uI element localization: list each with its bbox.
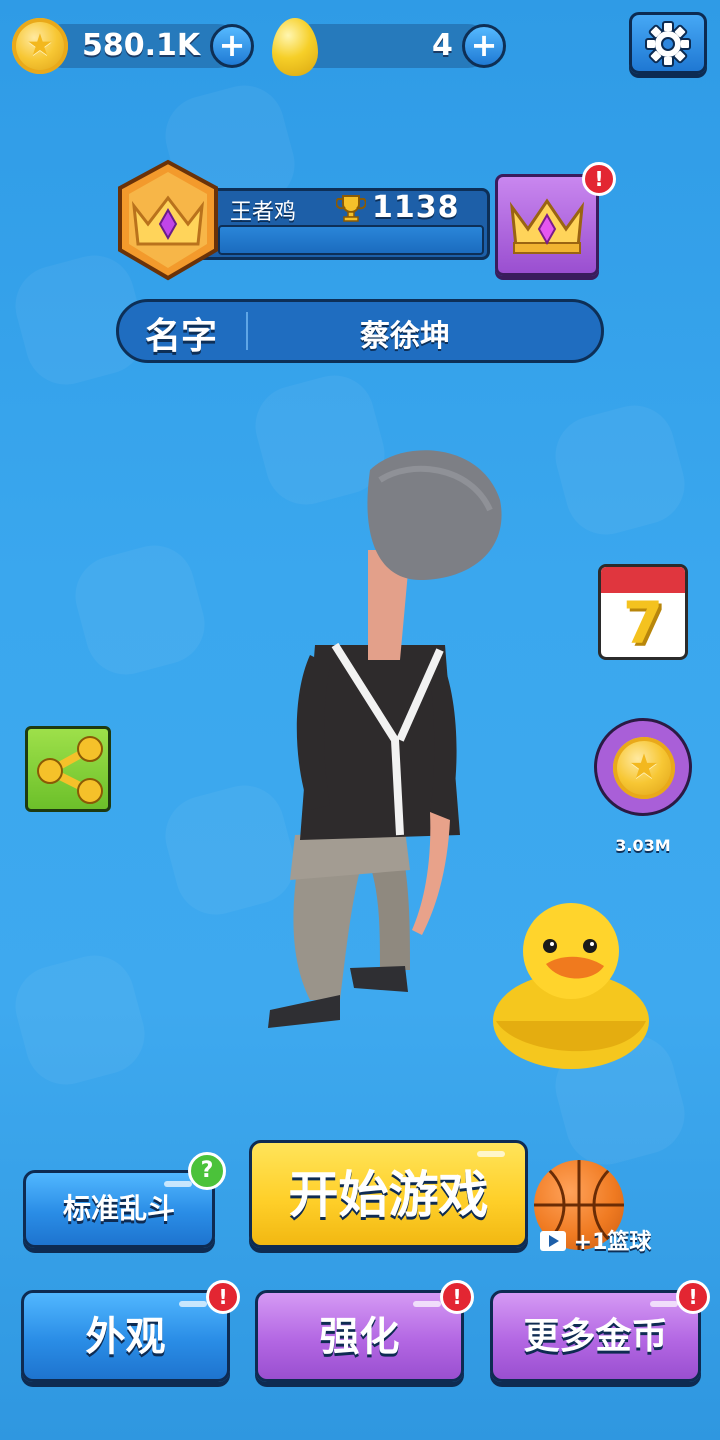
appearance-alert: ! [206, 1280, 240, 1314]
upgrade-alert: ! [440, 1280, 474, 1314]
background-pattern [6, 946, 154, 1094]
rank-progress-bar [218, 225, 484, 255]
video-icon [540, 1231, 566, 1251]
start-game-label: 开始游戏 [288, 1166, 489, 1224]
game-mode-button[interactable]: 标准乱斗 [23, 1170, 215, 1248]
background-pattern [546, 396, 694, 544]
appearance-button[interactable]: 外观 [21, 1290, 230, 1382]
trophy-icon [336, 195, 366, 222]
trophy-score: 1138 [372, 190, 460, 225]
share-icon [37, 736, 103, 804]
button-shine [179, 1301, 207, 1307]
basketball-reward-label: +1篮球 [573, 1230, 652, 1255]
rank-rewards-alert: ! [582, 162, 616, 196]
name-label: 名字 [145, 316, 218, 357]
start-game-button[interactable]: 开始游戏 [249, 1140, 528, 1248]
rank-badge-icon [118, 159, 218, 281]
calendar-day: 7 [622, 589, 664, 657]
gold-coin-icon: ★ [12, 18, 68, 74]
name-divider [246, 312, 248, 350]
egg-balance-bar [290, 24, 490, 68]
player-name[interactable]: 蔡徐坤 [250, 311, 560, 355]
rank-title: 王者鸡 [230, 200, 297, 225]
basketball-reward[interactable]: +1篮球 [540, 1224, 651, 1256]
button-shine [413, 1301, 441, 1307]
daily-calendar-button[interactable]: 7 [598, 564, 688, 660]
rubber-duck [493, 903, 649, 1069]
share-button[interactable] [25, 726, 111, 812]
player-character [268, 450, 502, 1028]
coin-reward-button[interactable]: ★ [594, 718, 692, 816]
button-shine [477, 1151, 505, 1157]
egg-balance: 4 [432, 28, 453, 63]
coin-reward-amount: 3.03M [615, 836, 671, 855]
help-icon[interactable]: ? [188, 1152, 226, 1190]
gear-icon [645, 21, 691, 67]
coin-icon: ★ [613, 737, 675, 799]
coin-balance: 580.1K [82, 28, 201, 63]
more-coins-alert: ! [676, 1280, 710, 1314]
add-eggs-button[interactable]: + [462, 24, 506, 68]
rank-rewards-button[interactable] [495, 174, 599, 276]
button-shine [164, 1181, 192, 1187]
add-coins-button[interactable]: + [210, 24, 254, 68]
button-shine [650, 1301, 678, 1307]
more-coins-button[interactable]: 更多金币 [490, 1290, 701, 1382]
settings-button[interactable] [629, 12, 707, 74]
background-pattern [66, 536, 214, 684]
upgrade-button[interactable]: 强化 [255, 1290, 464, 1382]
crown-icon [509, 198, 585, 254]
